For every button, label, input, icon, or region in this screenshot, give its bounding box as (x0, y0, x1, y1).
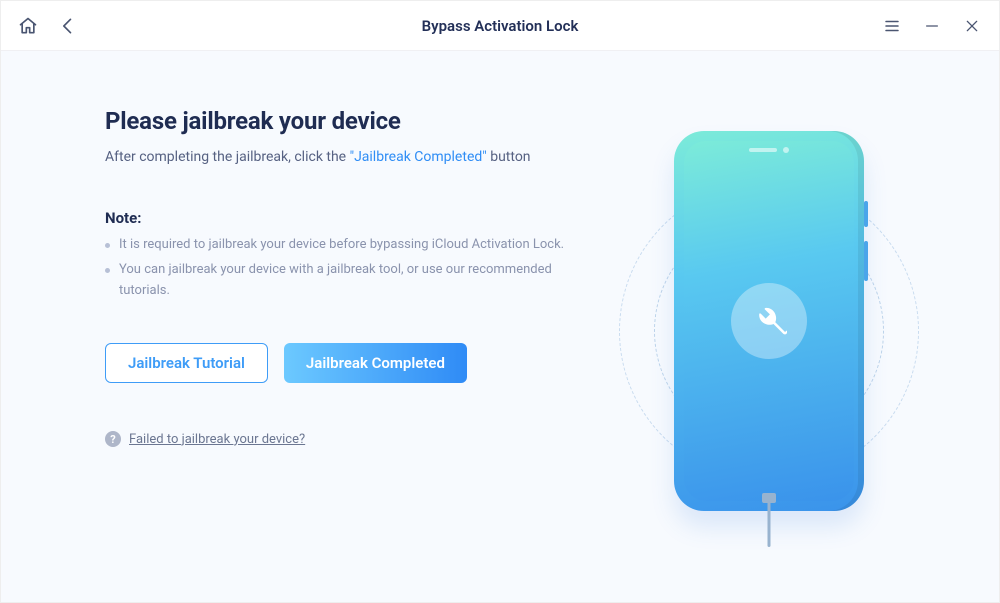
menu-icon[interactable] (879, 13, 905, 39)
back-icon[interactable] (55, 13, 81, 39)
subtext-quoted: "Jailbreak Completed" (350, 149, 487, 165)
note-list: It is required to jailbreak your device … (105, 235, 605, 301)
main-content: Please jailbreak your device After compl… (1, 51, 999, 602)
jailbreak-completed-button[interactable]: Jailbreak Completed (284, 343, 467, 383)
title-bar: Bypass Activation Lock (1, 1, 999, 51)
jailbreak-tutorial-button[interactable]: Jailbreak Tutorial (105, 343, 268, 383)
help-line: ? Failed to jailbreak your device? (105, 431, 605, 447)
close-icon[interactable] (959, 13, 985, 39)
phone-illustration (599, 111, 939, 551)
phone-device-graphic (674, 131, 864, 511)
minimize-icon[interactable] (919, 13, 945, 39)
home-icon[interactable] (15, 13, 41, 39)
failed-jailbreak-link[interactable]: Failed to jailbreak your device? (129, 432, 305, 447)
note-heading: Note: (105, 209, 605, 227)
help-icon: ? (105, 431, 121, 447)
subtext-prefix: After completing the jailbreak, click th… (105, 149, 350, 165)
wrench-icon (731, 283, 807, 359)
app-window: Bypass Activation Lock Please jailbreak … (0, 0, 1000, 603)
page-heading: Please jailbreak your device (105, 107, 605, 135)
note-item: It is required to jailbreak your device … (105, 235, 605, 256)
button-row: Jailbreak Tutorial Jailbreak Completed (105, 343, 605, 383)
note-item: You can jailbreak your device with a jai… (105, 260, 605, 302)
page-subtext: After completing the jailbreak, click th… (105, 149, 605, 165)
subtext-suffix: button (487, 149, 531, 165)
window-title: Bypass Activation Lock (422, 17, 579, 35)
